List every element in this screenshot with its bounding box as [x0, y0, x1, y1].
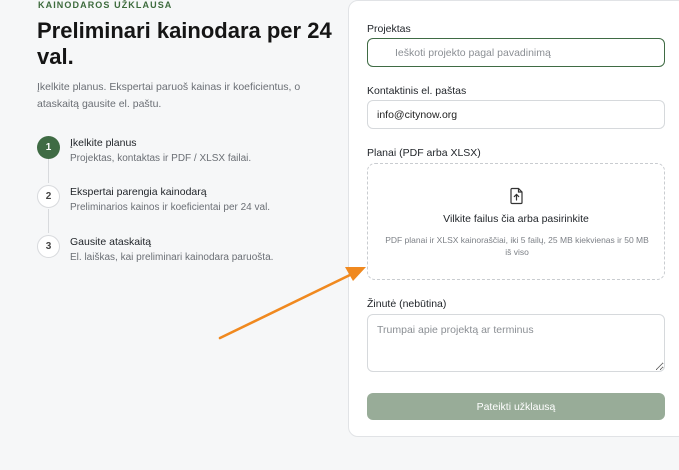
step-description: Projektas, kontaktas ir PDF / XLSX faila… — [70, 153, 252, 164]
step-1: 1 Įkelkite planus Projektas, kontaktas i… — [37, 134, 327, 174]
page-lead: Įkelkite planus. Ekspertai paruoš kainas… — [37, 81, 301, 110]
step-title: Įkelkite planus — [70, 137, 137, 149]
step-3: 3 Gausite ataskaitą El. laiškas, kai pre… — [37, 233, 327, 273]
message-textarea[interactable] — [367, 314, 665, 372]
submit-button[interactable]: Pateikti užklausą — [367, 393, 665, 420]
page-title: Preliminari kainodara per 24 val. — [37, 18, 332, 69]
plans-label: Planai (PDF arba XLSX) — [367, 147, 481, 159]
step-number-1: 1 — [37, 136, 60, 159]
step-description: El. laiškas, kai preliminari kainodara p… — [70, 252, 274, 263]
step-number-3: 3 — [37, 235, 60, 258]
request-form-card: Projektas Kontaktinis el. paštas Planai … — [348, 0, 679, 437]
eyebrow-label: KAINODAROS UŽKLAUSA — [38, 0, 173, 10]
file-dropzone[interactable]: Vilkite failus čia arba pasirinkite PDF … — [367, 163, 665, 280]
project-label: Projektas — [367, 23, 411, 35]
step-number-2: 2 — [37, 185, 60, 208]
project-search-input[interactable] — [367, 38, 665, 67]
email-label: Kontaktinis el. paštas — [367, 85, 467, 97]
dropzone-title: Vilkite failus čia arba pasirinkite — [443, 213, 589, 225]
message-label: Žinutė (nebūtina) — [367, 298, 447, 310]
file-upload-icon — [510, 187, 523, 205]
email-field[interactable] — [367, 100, 665, 129]
step-title: Gausite ataskaitą — [70, 236, 152, 248]
step-description: Preliminarios kainos ir koeficientai per… — [70, 202, 271, 213]
dropzone-hint: PDF planai ir XLSX kainoraščiai, iki 5 f… — [385, 235, 649, 257]
project-search — [367, 38, 665, 67]
step-2: 2 Ekspertai parengia kainodarą Prelimina… — [37, 183, 327, 223]
step-title: Ekspertai parengia kainodarą — [70, 186, 207, 198]
